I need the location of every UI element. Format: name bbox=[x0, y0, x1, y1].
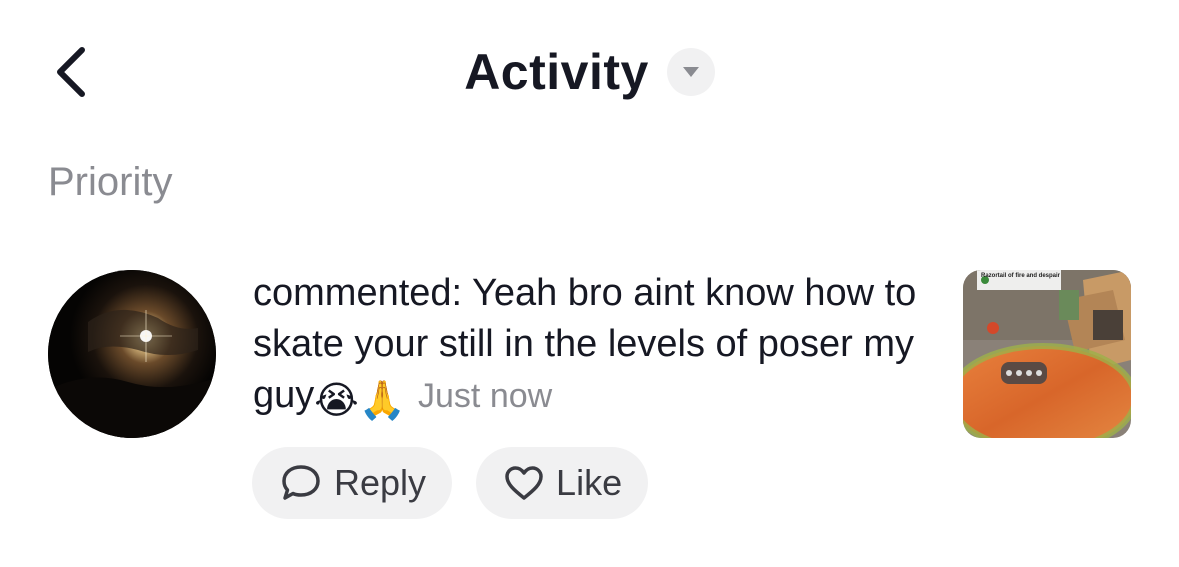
like-label: Like bbox=[556, 462, 623, 503]
speech-bubble-icon bbox=[282, 465, 320, 500]
reply-button[interactable]: Reply bbox=[252, 447, 453, 519]
video-thumbnail[interactable]: Razortail of fire and despair bbox=[963, 270, 1131, 438]
notification-text: commented: Yeah bro aint know how to ska… bbox=[253, 268, 943, 427]
thumbnail-image bbox=[963, 270, 1131, 438]
triangle-down-icon bbox=[682, 67, 699, 77]
pray-emoji: 🙏 bbox=[358, 380, 407, 422]
title-dropdown-button[interactable] bbox=[666, 48, 715, 96]
crying-emoji: 😭 bbox=[314, 380, 359, 422]
like-button[interactable]: Like bbox=[476, 447, 649, 519]
action-buttons: Reply Like bbox=[252, 447, 649, 519]
activity-page: Activity Priority commented: Yeah bro ai… bbox=[0, 0, 1179, 567]
heart-outline-icon bbox=[505, 466, 543, 500]
avatar-image bbox=[48, 270, 216, 438]
header: Activity bbox=[0, 36, 1179, 108]
page-title: Activity bbox=[464, 44, 649, 100]
timestamp: Just now bbox=[418, 377, 553, 415]
section-label-priority: Priority bbox=[48, 160, 173, 204]
thumbnail-caption: Razortail of fire and despair bbox=[981, 273, 1061, 279]
reply-label: Reply bbox=[334, 462, 427, 503]
avatar[interactable] bbox=[48, 270, 216, 438]
